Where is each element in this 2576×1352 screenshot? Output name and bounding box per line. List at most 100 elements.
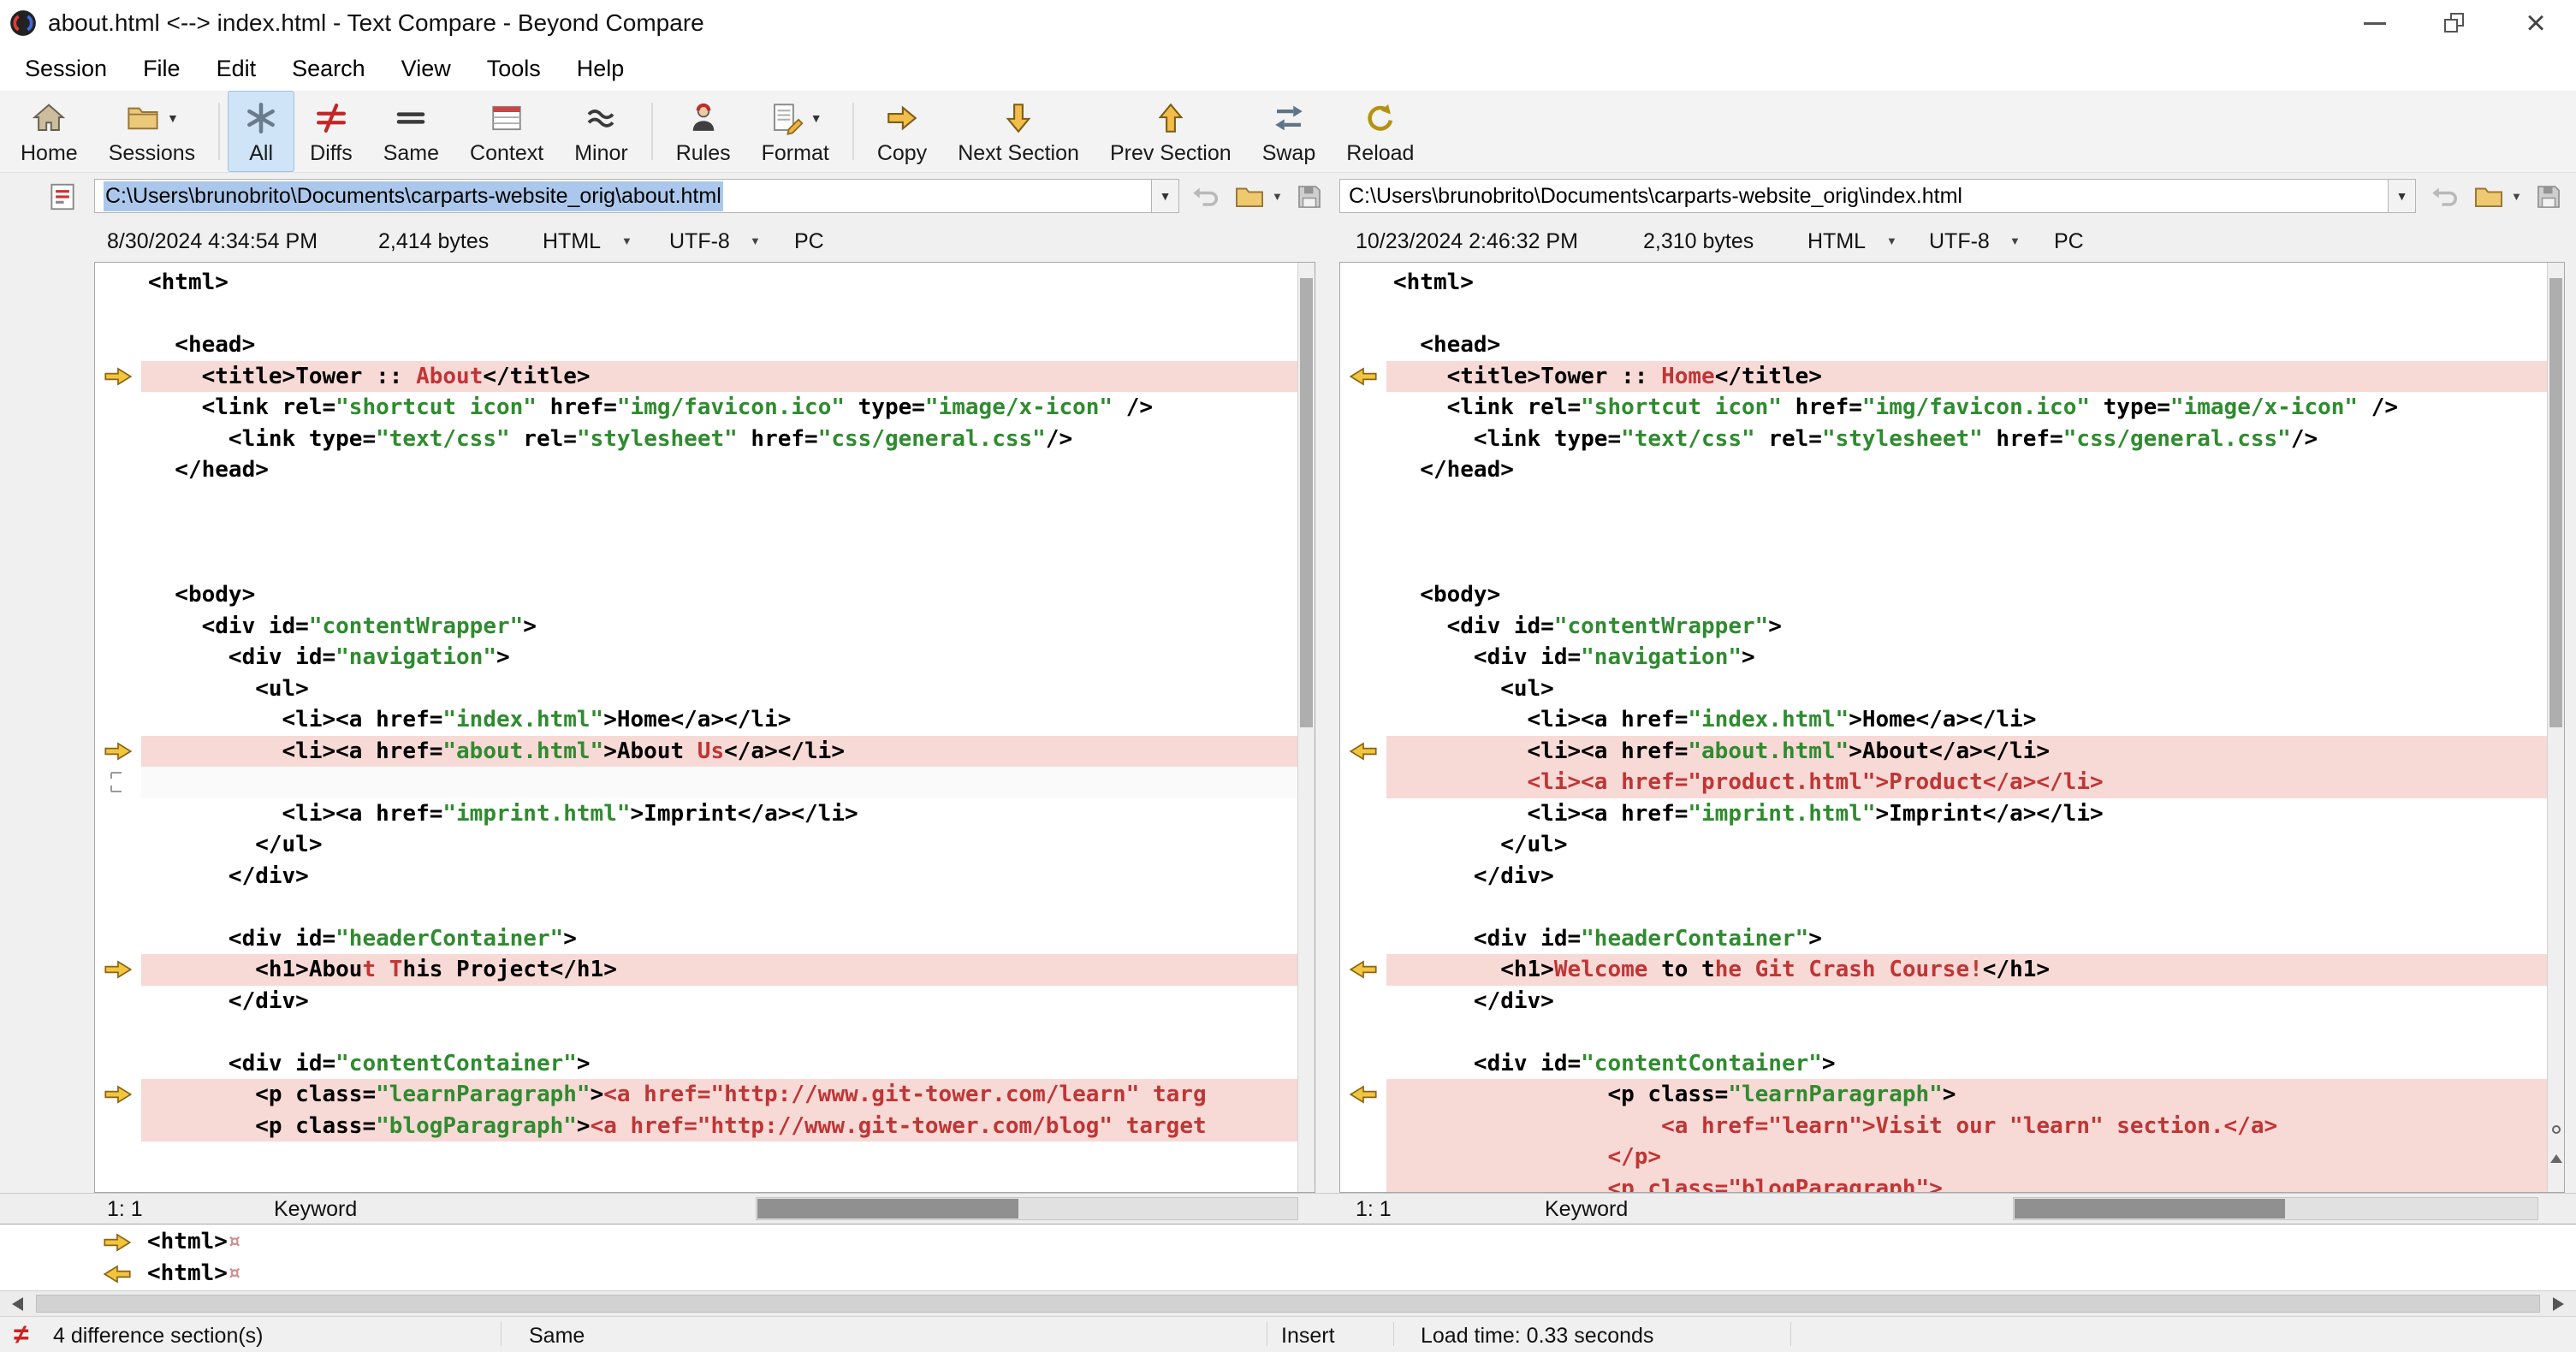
left-scrollbar-thumb[interactable] bbox=[1300, 278, 1313, 727]
right-path-input[interactable]: C:\Users\brunobrito\Documents\carparts-w… bbox=[1339, 179, 2389, 213]
left-undo-button[interactable] bbox=[1188, 180, 1226, 214]
right-encoding-dropdown[interactable]: UTF-8 bbox=[1929, 229, 1990, 254]
left-code-pane[interactable]: <html> <head> <title>Tower :: About</tit… bbox=[94, 262, 1315, 1193]
right-path-dropdown-caret[interactable]: ▼ bbox=[2389, 179, 2416, 213]
left-vertical-scrollbar[interactable] bbox=[1297, 263, 1315, 1192]
left-hscroll-thumb[interactable] bbox=[757, 1199, 1018, 1219]
detail-hscroll-thumb[interactable] bbox=[36, 1295, 2540, 1313]
code-line bbox=[95, 548, 1297, 579]
scrollbar-center-button[interactable] bbox=[2549, 1118, 2563, 1141]
right-format-caret-icon[interactable]: ▼ bbox=[1886, 234, 1897, 247]
menu-edit[interactable]: Edit bbox=[199, 46, 275, 91]
left-path-dropdown-caret[interactable]: ▼ bbox=[1152, 179, 1179, 213]
code-line: <div id="contentWrapper"> bbox=[95, 610, 1297, 642]
code-line: </p> bbox=[1340, 1141, 2547, 1173]
dropdown-caret-icon[interactable]: ▼ bbox=[810, 111, 822, 125]
code-line-text: </div> bbox=[1393, 863, 1554, 889]
right-undo-button[interactable] bbox=[2427, 180, 2465, 214]
not-equal-icon bbox=[316, 103, 346, 133]
right-path-text: C:\Users\brunobrito\Documents\carparts-w… bbox=[1349, 183, 1962, 208]
code-line-text: <li><a href="imprint.html">Imprint</a></… bbox=[148, 800, 858, 827]
line-marker-gutter bbox=[1340, 579, 1386, 611]
dropdown-caret-icon[interactable]: ▼ bbox=[167, 111, 179, 125]
rules-icon bbox=[692, 103, 714, 131]
toolbar-button-prev-section[interactable]: Prev Section bbox=[1095, 91, 1247, 172]
code-line-text: <ul> bbox=[1393, 675, 1554, 702]
menu-help[interactable]: Help bbox=[559, 46, 643, 91]
toolbar-button-context[interactable]: Context bbox=[454, 91, 559, 172]
left-horizontal-scrollbar[interactable] bbox=[756, 1197, 1298, 1220]
right-horizontal-scrollbar[interactable] bbox=[2013, 1197, 2538, 1220]
close-button[interactable]: × bbox=[2496, 0, 2576, 46]
left-format-caret-icon[interactable]: ▼ bbox=[621, 234, 632, 247]
menu-file[interactable]: File bbox=[125, 46, 199, 91]
toolbar-button-rules[interactable]: Rules bbox=[661, 91, 746, 172]
right-encoding-caret-icon[interactable]: ▼ bbox=[2009, 234, 2021, 247]
detail-horizontal-scrollbar[interactable] bbox=[0, 1290, 2576, 1316]
toolbar-button-sessions[interactable]: ▼ Sessions bbox=[93, 91, 211, 172]
code-line-text: <html> bbox=[1393, 270, 1474, 295]
right-format-dropdown[interactable]: HTML bbox=[1807, 229, 1866, 254]
menu-session[interactable]: Session bbox=[7, 46, 125, 91]
line-marker-gutter bbox=[1340, 1110, 1386, 1141]
detail-line-text: <html>¤ bbox=[147, 1260, 241, 1286]
line-marker-gutter bbox=[95, 392, 141, 424]
menu-tools[interactable]: Tools bbox=[469, 46, 559, 91]
toolbar-button-reload[interactable]: Reload bbox=[1331, 91, 1429, 172]
pane-status-row: 1: 1 Keyword 1: 1 Keyword bbox=[0, 1193, 2576, 1224]
line-marker-gutter bbox=[1340, 267, 1386, 299]
scroll-left-arrow-icon[interactable] bbox=[12, 1297, 23, 1311]
line-marker-gutter bbox=[1340, 1141, 1386, 1173]
toolbar-button-home[interactable]: Home bbox=[5, 91, 93, 172]
code-line-text: <li><a href="product.html">Product</a></… bbox=[1386, 767, 2547, 798]
line-marker-gutter bbox=[95, 610, 141, 642]
right-save-button[interactable] bbox=[2530, 180, 2567, 214]
line-marker-gutter bbox=[1340, 1079, 1386, 1111]
left-browse-caret-icon[interactable]: ▼ bbox=[1272, 190, 1283, 203]
code-line-text bbox=[1386, 892, 2547, 923]
code-line-text bbox=[1386, 1017, 2547, 1048]
right-browse-button[interactable] bbox=[2470, 180, 2508, 214]
code-line-text: <a href="learn">Visit our "learn" sectio… bbox=[1386, 1110, 2547, 1141]
toolbar-button-diffs[interactable]: Diffs bbox=[294, 91, 368, 172]
detail-line-gutter bbox=[94, 1258, 140, 1290]
right-hscroll-thumb[interactable] bbox=[2015, 1199, 2285, 1219]
minimize-button[interactable] bbox=[2335, 0, 2415, 46]
toolbar-button-next-section[interactable]: Next Section bbox=[942, 91, 1095, 172]
scroll-right-arrow-icon[interactable] bbox=[2553, 1297, 2564, 1311]
left-path-input[interactable]: C:\Users\brunobrito\Documents\carparts-w… bbox=[94, 179, 1152, 213]
toolbar-label: Same bbox=[383, 140, 440, 165]
menu-view[interactable]: View bbox=[383, 46, 469, 91]
line-marker-gutter bbox=[1340, 1047, 1386, 1079]
compare-area: <html> <head> <title>Tower :: About</tit… bbox=[0, 262, 2576, 1193]
left-browse-button[interactable] bbox=[1231, 180, 1268, 214]
toolbar-button-swap[interactable]: Swap bbox=[1247, 91, 1332, 172]
app-logo-icon[interactable] bbox=[9, 9, 38, 38]
left-encoding-dropdown[interactable]: UTF-8 bbox=[669, 229, 730, 254]
toolbar-button-same[interactable]: Same bbox=[368, 91, 454, 172]
toolbar-button-all[interactable]: All bbox=[228, 91, 295, 172]
left-save-button[interactable] bbox=[1291, 180, 1328, 214]
code-line-text: <div id="contentContainer"> bbox=[148, 1050, 591, 1076]
toolbar-button-copy[interactable]: Copy bbox=[862, 91, 942, 172]
undo-icon bbox=[1193, 187, 1219, 206]
left-encoding-caret-icon[interactable]: ▼ bbox=[750, 234, 761, 247]
right-browse-caret-icon[interactable]: ▼ bbox=[2511, 190, 2522, 203]
scrollbar-jump-button[interactable] bbox=[2549, 1147, 2563, 1170]
code-line: </head> bbox=[95, 454, 1297, 486]
menu-search[interactable]: Search bbox=[274, 46, 383, 91]
left-format-dropdown[interactable]: HTML bbox=[543, 229, 601, 254]
right-code-pane[interactable]: <html> <head> <title>Tower :: Home</titl… bbox=[1339, 262, 2565, 1193]
code-line: <li><a href="about.html">About</a></li> bbox=[1340, 735, 2547, 767]
code-line-text: <p class="blogParagraph"><a href="http:/… bbox=[141, 1110, 1297, 1141]
differences-icon: ≠ bbox=[14, 1319, 29, 1349]
detail-line-text: <html>¤ bbox=[147, 1229, 241, 1254]
right-grammar-label: Keyword bbox=[1545, 1197, 1629, 1221]
toolbar-button-minor[interactable]: Minor bbox=[559, 91, 644, 172]
toolbar-button-format[interactable]: ▼ Format bbox=[746, 91, 845, 172]
right-scrollbar-thumb[interactable] bbox=[2549, 278, 2562, 727]
line-marker-gutter bbox=[95, 954, 141, 986]
restore-button[interactable] bbox=[2415, 0, 2496, 46]
right-vertical-scrollbar[interactable] bbox=[2547, 263, 2564, 1192]
line-details-pane[interactable]: <html>¤ <html>¤ bbox=[0, 1224, 2576, 1290]
